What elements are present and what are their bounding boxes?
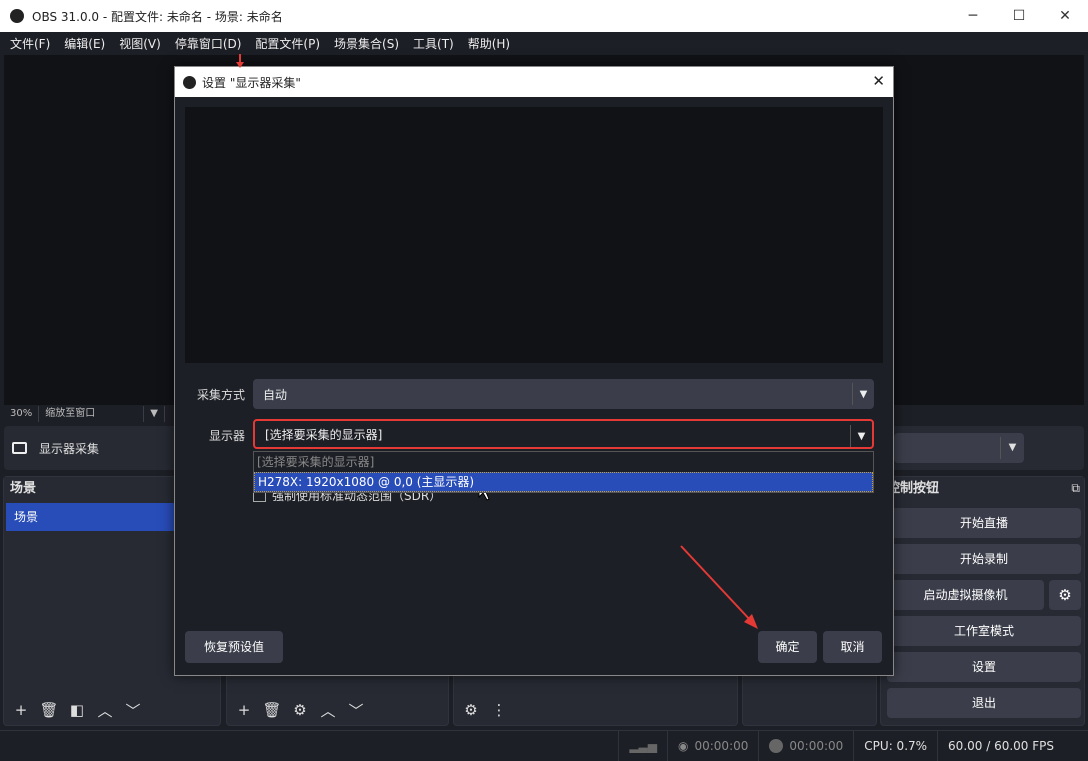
ok-button[interactable]: 确定 bbox=[758, 631, 817, 663]
menu-docks[interactable]: 停靠窗口(D) bbox=[168, 35, 249, 52]
restore-defaults-button[interactable]: 恢复预设值 bbox=[185, 631, 283, 663]
mixer-settings-icon[interactable]: ⚙ bbox=[460, 699, 482, 721]
zoom-mode[interactable]: 缩放至窗口 bbox=[39, 406, 145, 422]
source-property-dropdown[interactable]: ▼ bbox=[894, 433, 1024, 463]
display-label: 显示器 bbox=[208, 429, 245, 443]
record-time: 00:00:00 bbox=[789, 739, 844, 753]
chevron-down-icon: ▼ bbox=[1000, 437, 1024, 459]
trash-icon[interactable]: 🗑 bbox=[38, 699, 60, 721]
menu-bar: 文件(F) 编辑(E) 视图(V) 停靠窗口(D) 配置文件(P) 场景集合(S… bbox=[0, 32, 1088, 55]
status-bar: ▂▃▅ ◉ 00:00:00 00:00:00 CPU: 0.7% 60.00 /… bbox=[0, 730, 1088, 761]
minimize-button[interactable]: ─ bbox=[950, 0, 996, 32]
display-dropdown-list: [选择要采集的显示器] H278X: 1920x1080 @ 0,0 (主显示器… bbox=[253, 451, 874, 493]
title-bar: OBS 31.0.0 - 配置文件: 未命名 - 场景: 未命名 ─ ☐ ✕ bbox=[0, 0, 1088, 32]
menu-file[interactable]: 文件(F) bbox=[3, 35, 57, 52]
menu-view[interactable]: 视图(V) bbox=[112, 35, 168, 52]
monitor-icon bbox=[12, 442, 27, 454]
trash-icon[interactable]: 🗑 bbox=[261, 699, 283, 721]
record-icon bbox=[769, 739, 784, 753]
add-scene-icon[interactable]: + bbox=[10, 699, 32, 721]
window-title: OBS 31.0.0 - 配置文件: 未命名 - 场景: 未命名 bbox=[32, 9, 283, 24]
start-streaming-button[interactable]: 开始直播 bbox=[887, 508, 1081, 538]
dock-float-icon[interactable]: ⧉ bbox=[1071, 481, 1080, 496]
move-down-icon[interactable]: ﹀ bbox=[345, 699, 367, 721]
cancel-button[interactable]: 取消 bbox=[823, 631, 882, 663]
add-source-icon[interactable]: + bbox=[233, 699, 255, 721]
stream-icon: ◉ bbox=[678, 739, 689, 753]
dialog-title-bar: 设置 "显示器采集" ✕ bbox=[175, 67, 893, 97]
chevron-down-icon: ▼ bbox=[850, 425, 872, 447]
studio-mode-button[interactable]: 工作室模式 bbox=[887, 616, 1081, 646]
exit-button[interactable]: 退出 bbox=[887, 688, 1081, 718]
more-icon[interactable]: ⋮ bbox=[488, 699, 510, 721]
capture-method-label: 采集方式 bbox=[196, 388, 245, 402]
properties-dialog: 设置 "显示器采集" ✕ 采集方式 自动 ▼ 显示器 [选择要采集的显示器] ▼… bbox=[174, 66, 894, 676]
gear-icon[interactable]: ⚙ bbox=[289, 699, 311, 721]
signal-bars-icon: ▂▃▅ bbox=[618, 731, 667, 761]
display-select[interactable]: [选择要采集的显示器] ▼ bbox=[253, 419, 874, 449]
stream-time: 00:00:00 bbox=[694, 739, 749, 753]
settings-button[interactable]: 设置 bbox=[887, 652, 1081, 682]
start-recording-button[interactable]: 开始录制 bbox=[887, 544, 1081, 574]
zoom-dropdown-icon[interactable]: ▼ bbox=[144, 406, 165, 422]
close-button[interactable]: ✕ bbox=[1042, 0, 1088, 32]
virtual-camera-button[interactable]: 启动虚拟摄像机 bbox=[887, 580, 1044, 610]
gear-icon[interactable]: ⚙ bbox=[1049, 580, 1081, 610]
display-option[interactable]: [选择要采集的显示器] bbox=[254, 452, 873, 472]
dialog-preview bbox=[185, 107, 883, 363]
obs-logo-icon bbox=[10, 9, 24, 23]
menu-scene-collection[interactable]: 场景集合(S) bbox=[327, 35, 406, 52]
menu-tools[interactable]: 工具(T) bbox=[406, 35, 461, 52]
move-up-icon[interactable]: ︿ bbox=[317, 699, 339, 721]
chevron-down-icon: ▼ bbox=[852, 383, 874, 405]
maximize-button[interactable]: ☐ bbox=[996, 0, 1042, 32]
capture-method-select[interactable]: 自动 ▼ bbox=[253, 379, 874, 409]
display-value: [选择要采集的显示器] bbox=[265, 427, 383, 442]
fps: 60.00 / 60.00 FPS bbox=[937, 731, 1088, 761]
dialog-title: 设置 "显示器采集" bbox=[202, 75, 301, 90]
controls-title: 控制按钮 bbox=[881, 477, 1084, 501]
filter-icon[interactable]: ◧ bbox=[66, 699, 88, 721]
menu-profile[interactable]: 配置文件(P) bbox=[248, 35, 327, 52]
close-icon[interactable]: ✕ bbox=[872, 72, 885, 90]
zoom-percent: 30% bbox=[4, 406, 40, 422]
controls-dock: 控制按钮 ⧉ 开始直播 开始录制 启动虚拟摄像机 ⚙ 工作室模式 设置 退出 bbox=[880, 476, 1085, 726]
display-option-selected[interactable]: H278X: 1920x1080 @ 0,0 (主显示器) bbox=[254, 472, 873, 492]
obs-logo-icon bbox=[183, 75, 196, 89]
menu-help[interactable]: 帮助(H) bbox=[461, 35, 517, 52]
capture-method-value: 自动 bbox=[263, 387, 288, 402]
selected-source-name: 显示器采集 bbox=[39, 441, 100, 456]
cpu-usage: CPU: 0.7% bbox=[853, 731, 937, 761]
move-down-icon[interactable]: ﹀ bbox=[122, 699, 144, 721]
menu-edit[interactable]: 编辑(E) bbox=[57, 35, 112, 52]
move-up-icon[interactable]: ︿ bbox=[94, 699, 116, 721]
